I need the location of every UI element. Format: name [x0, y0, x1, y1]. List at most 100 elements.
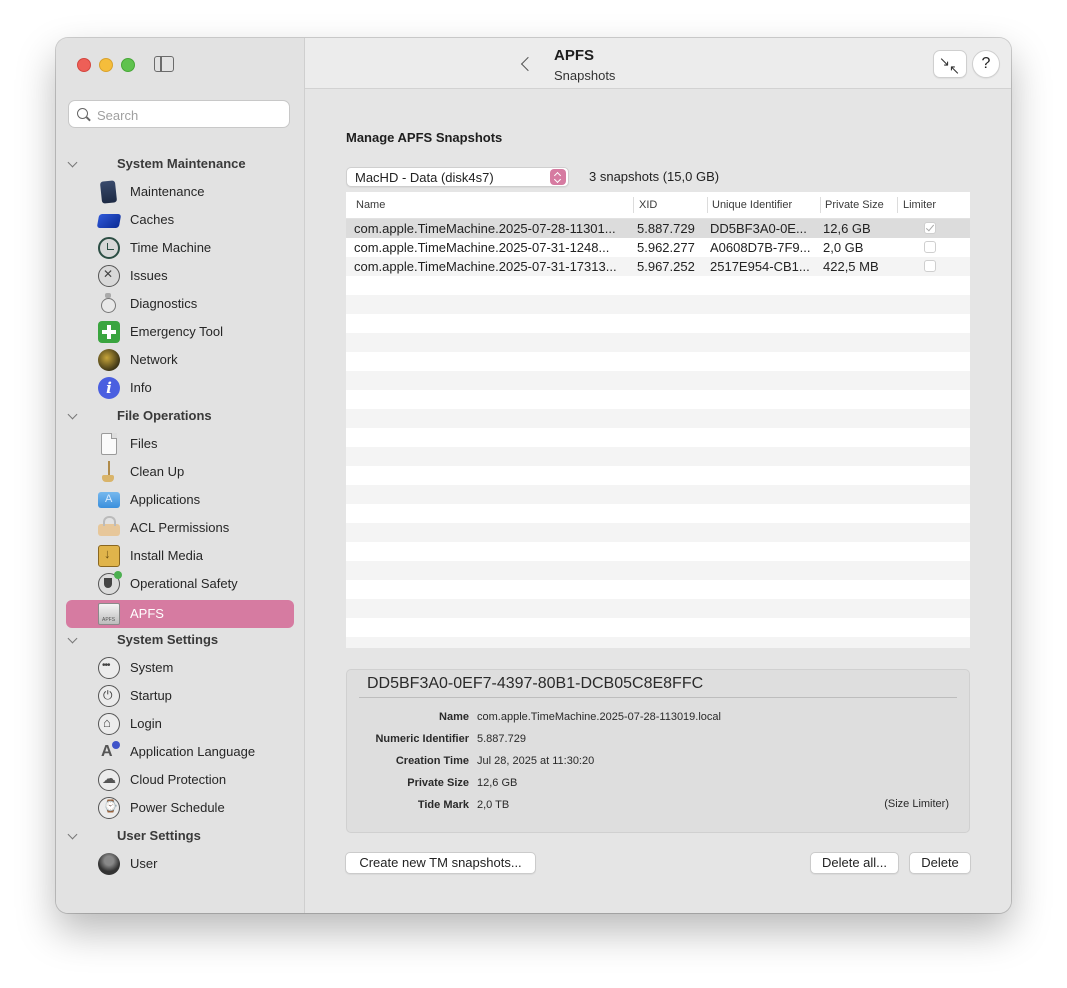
sidebar-item-issues[interactable]: Issues: [66, 262, 294, 290]
sidebar-item-label: User: [130, 856, 158, 871]
sidebar-item-power-schedule[interactable]: Power Schedule: [66, 794, 294, 822]
back-chevron-icon[interactable]: [520, 56, 536, 72]
sidebar-item-cloud-protection[interactable]: Cloud Protection: [66, 766, 294, 794]
sidebar: System Maintenance Maintenance Caches Ti…: [56, 38, 305, 913]
minimize-window-button[interactable]: [99, 58, 113, 72]
sidebar-item-label: Time Machine: [130, 240, 212, 255]
sidebar-item-system[interactable]: System: [66, 654, 294, 682]
sidebar-item-label: Install Media: [130, 548, 203, 563]
close-window-button[interactable]: [77, 58, 91, 72]
sidebar-item-label: System: [130, 660, 174, 675]
detail-value: 2,0 TB: [477, 799, 510, 811]
limiter-checkbox[interactable]: [924, 241, 936, 253]
empty-row-stripe: [346, 371, 970, 390]
column-header-private-size[interactable]: Private Size: [825, 199, 884, 211]
empty-row-stripe: [346, 561, 970, 580]
search-field[interactable]: [68, 100, 290, 128]
chevron-down-icon[interactable]: [67, 157, 78, 168]
section-label: File Operations: [117, 408, 212, 423]
sidebar-item-apfs[interactable]: APFS: [66, 600, 294, 628]
sidebar-item-install-media[interactable]: Install Media: [66, 542, 294, 570]
chevron-down-icon[interactable]: [67, 409, 78, 420]
sidebar-item-applications[interactable]: Applications: [66, 486, 294, 514]
sidebar-item-diagnostics[interactable]: Diagnostics: [66, 290, 294, 318]
detail-label: Creation Time: [395, 755, 469, 767]
cell-unique-identifier: A0608D7B-7F9...: [710, 240, 811, 255]
column-divider: [707, 197, 708, 213]
cell-private-size: 422,5 MB: [823, 259, 879, 274]
column-header-unique-identifier[interactable]: Unique Identifier: [712, 199, 792, 211]
help-button[interactable]: ?: [972, 50, 1000, 78]
sidebar-item-label: Login: [130, 716, 162, 731]
cell-name: com.apple.TimeMachine.2025-07-28-11301..…: [354, 221, 616, 236]
column-divider: [820, 197, 821, 213]
sidebar-item-acl-permissions[interactable]: ACL Permissions: [66, 514, 294, 542]
empty-row-stripe: [346, 637, 970, 648]
column-header-name[interactable]: Name: [356, 199, 385, 211]
limiter-checkbox[interactable]: [924, 260, 936, 272]
sidebar-item-time-machine[interactable]: Time Machine: [66, 234, 294, 262]
zoom-window-button[interactable]: [121, 58, 135, 72]
sidebar-item-files[interactable]: Files: [66, 430, 294, 458]
cell-unique-identifier: 2517E954-CB1...: [710, 259, 810, 274]
column-header-limiter[interactable]: Limiter: [903, 199, 936, 211]
table-row[interactable]: com.apple.TimeMachine.2025-07-31-1248...…: [346, 238, 970, 257]
sidebar-item-user[interactable]: User: [66, 850, 294, 878]
chevron-down-icon[interactable]: [67, 829, 78, 840]
collapse-button[interactable]: ↘ ↖: [933, 50, 967, 78]
sidebar-item-label: Operational Safety: [130, 576, 238, 591]
sidebar-item-label: Applications: [130, 492, 201, 507]
emergency-tool-icon: [98, 321, 120, 343]
popup-stepper-icon: [550, 169, 566, 185]
detail-value: 12,6 GB: [477, 777, 518, 789]
detail-label: Private Size: [407, 777, 469, 789]
delete-button[interactable]: Delete: [909, 852, 971, 874]
delete-all-button[interactable]: Delete all...: [810, 852, 899, 874]
sidebar-item-label: Network: [130, 352, 178, 367]
table-row[interactable]: com.apple.TimeMachine.2025-07-28-11301..…: [346, 219, 970, 238]
sidebar-item-label: Diagnostics: [130, 296, 198, 311]
snapshots-table: Name XID Unique Identifier Private Size …: [346, 192, 970, 648]
section-system-settings[interactable]: System Settings: [56, 629, 304, 651]
section-user-settings[interactable]: User Settings: [56, 825, 304, 847]
sidebar-item-label: Startup: [130, 688, 172, 703]
sidebar-item-clean-up[interactable]: Clean Up: [66, 458, 294, 486]
cell-xid: 5.887.729: [637, 221, 695, 236]
search-input[interactable]: [95, 105, 284, 125]
sidebar-toggle-icon[interactable]: [154, 56, 174, 72]
chevron-down-icon[interactable]: [67, 633, 78, 644]
sidebar-item-label: Info: [130, 380, 152, 395]
section-label: User Settings: [117, 828, 201, 843]
sidebar-item-startup[interactable]: Startup: [66, 682, 294, 710]
sidebar-item-application-language[interactable]: Application Language: [66, 738, 294, 766]
sidebar-item-login[interactable]: Login: [66, 710, 294, 738]
detail-label: Numeric Identifier: [375, 733, 469, 745]
sidebar-item-label: Maintenance: [130, 184, 205, 199]
table-row[interactable]: com.apple.TimeMachine.2025-07-31-17313..…: [346, 257, 970, 276]
column-header-xid[interactable]: XID: [639, 199, 657, 211]
sidebar-item-maintenance[interactable]: Maintenance: [66, 178, 294, 206]
section-system-maintenance[interactable]: System Maintenance: [56, 153, 304, 175]
application-language-icon: [98, 741, 120, 763]
acl-permissions-icon: [98, 516, 120, 536]
empty-row-stripe: [346, 333, 970, 352]
sidebar-item-operational-safety[interactable]: Operational Safety: [66, 570, 294, 598]
search-icon: [77, 108, 88, 119]
cell-private-size: 12,6 GB: [823, 221, 871, 236]
app-window: System Maintenance Maintenance Caches Ti…: [56, 38, 1011, 913]
sidebar-item-emergency-tool[interactable]: Emergency Tool: [66, 318, 294, 346]
sidebar-item-label: Application Language: [130, 744, 256, 759]
sidebar-item-network[interactable]: Network: [66, 346, 294, 374]
sidebar-item-info[interactable]: i Info: [66, 374, 294, 402]
network-icon: [98, 349, 120, 371]
limiter-checkbox[interactable]: [924, 222, 936, 234]
cell-unique-identifier: DD5BF3A0-0E...: [710, 221, 807, 236]
table-header: Name XID Unique Identifier Private Size …: [346, 192, 970, 219]
sidebar-item-caches[interactable]: Caches: [66, 206, 294, 234]
cell-private-size: 2,0 GB: [823, 240, 864, 255]
volume-select[interactable]: MacHD - Data (disk4s7): [346, 167, 569, 187]
section-file-operations[interactable]: File Operations: [56, 405, 304, 427]
cell-name: com.apple.TimeMachine.2025-07-31-17313..…: [354, 259, 617, 274]
create-snapshots-button[interactable]: Create new TM snapshots...: [345, 852, 536, 874]
install-media-icon: [98, 545, 120, 567]
